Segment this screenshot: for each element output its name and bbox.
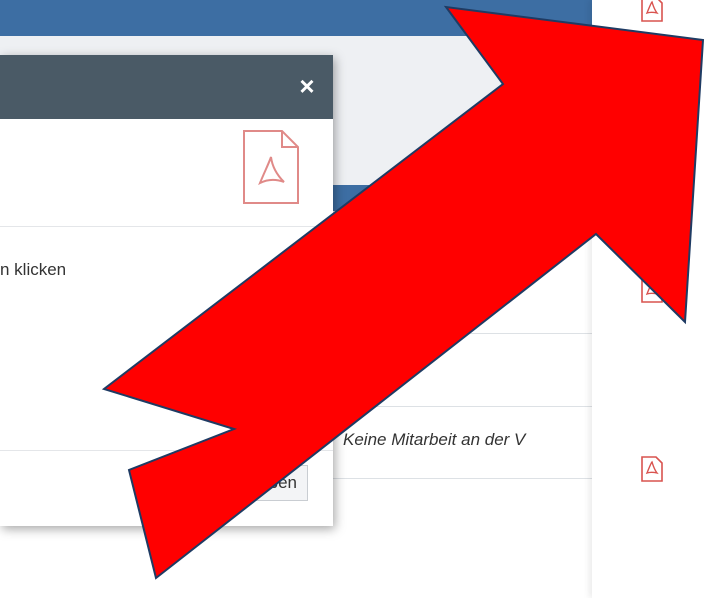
panel-row-divider [300, 333, 592, 334]
modal-divider [0, 226, 333, 227]
pdf-file-icon[interactable] [641, 456, 663, 482]
background-panel [300, 185, 592, 526]
pdf-file-icon[interactable] [641, 0, 663, 22]
pdf-file-icon[interactable] [641, 277, 663, 303]
modal-footer-divider [0, 450, 333, 451]
background-panel-header [300, 185, 592, 211]
panel-row-divider [300, 406, 592, 407]
panel-row-label: Keine Mitarbeit an der V [343, 430, 526, 449]
modal-dialog: × n klicken ben [0, 55, 333, 526]
screenshot-stage: Keine Mitarbeit an der V × n klicken ben [0, 0, 705, 598]
modal-header: × [0, 55, 333, 119]
app-top-bar [0, 0, 592, 36]
close-icon[interactable]: × [292, 71, 322, 101]
modal-instruction-text: n klicken [0, 260, 67, 279]
pdf-file-icon [243, 130, 299, 204]
panel-row-divider [300, 478, 592, 479]
modal-action-button[interactable]: ben [220, 465, 308, 501]
